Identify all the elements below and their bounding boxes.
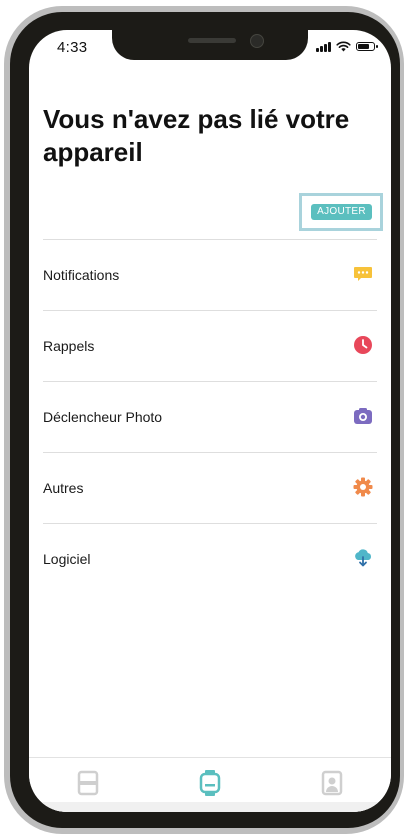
battery-icon <box>356 42 378 51</box>
tab-profile[interactable] <box>321 770 343 796</box>
list-item-label: Notifications <box>43 267 120 283</box>
chat-bubble-icon <box>354 267 372 281</box>
add-button-highlight: AJOUTER <box>299 193 383 231</box>
list-item-label: Rappels <box>43 338 95 354</box>
status-time: 4:33 <box>57 39 88 56</box>
list-item-label: Déclencheur Photo <box>43 409 163 425</box>
list-item-declencheur-photo[interactable]: Déclencheur Photo <box>43 382 377 452</box>
speaker-grille <box>188 38 236 43</box>
add-device-button[interactable]: AJOUTER <box>311 204 372 220</box>
home-indicator-area <box>29 802 391 812</box>
tab-dashboard[interactable] <box>77 770 99 796</box>
phone-notch <box>112 30 308 60</box>
page-title: Vous n'avez pas lié votre appareil <box>43 104 350 167</box>
list-item-notifications[interactable]: Notifications <box>43 240 377 310</box>
app-screen: 4:33 Vous n'avez pas lié votre appareil … <box>29 30 391 812</box>
front-camera <box>250 34 264 48</box>
camera-icon <box>354 408 372 424</box>
gear-icon <box>353 477 373 497</box>
list-item-autres[interactable]: Autres <box>43 453 377 523</box>
settings-list: Notifications Rappels Déclencheur Photo <box>43 239 377 594</box>
tab-device[interactable] <box>199 770 221 796</box>
list-item-label: Autres <box>43 480 84 496</box>
cloud-download-icon <box>355 549 371 567</box>
list-item-rappels[interactable]: Rappels <box>43 311 377 381</box>
signal-icon <box>316 41 331 52</box>
clock-icon <box>354 336 372 354</box>
list-item-label: Logiciel <box>43 551 91 567</box>
status-icons <box>316 41 378 52</box>
wifi-icon <box>336 41 351 52</box>
list-item-logiciel[interactable]: Logiciel <box>43 524 377 594</box>
